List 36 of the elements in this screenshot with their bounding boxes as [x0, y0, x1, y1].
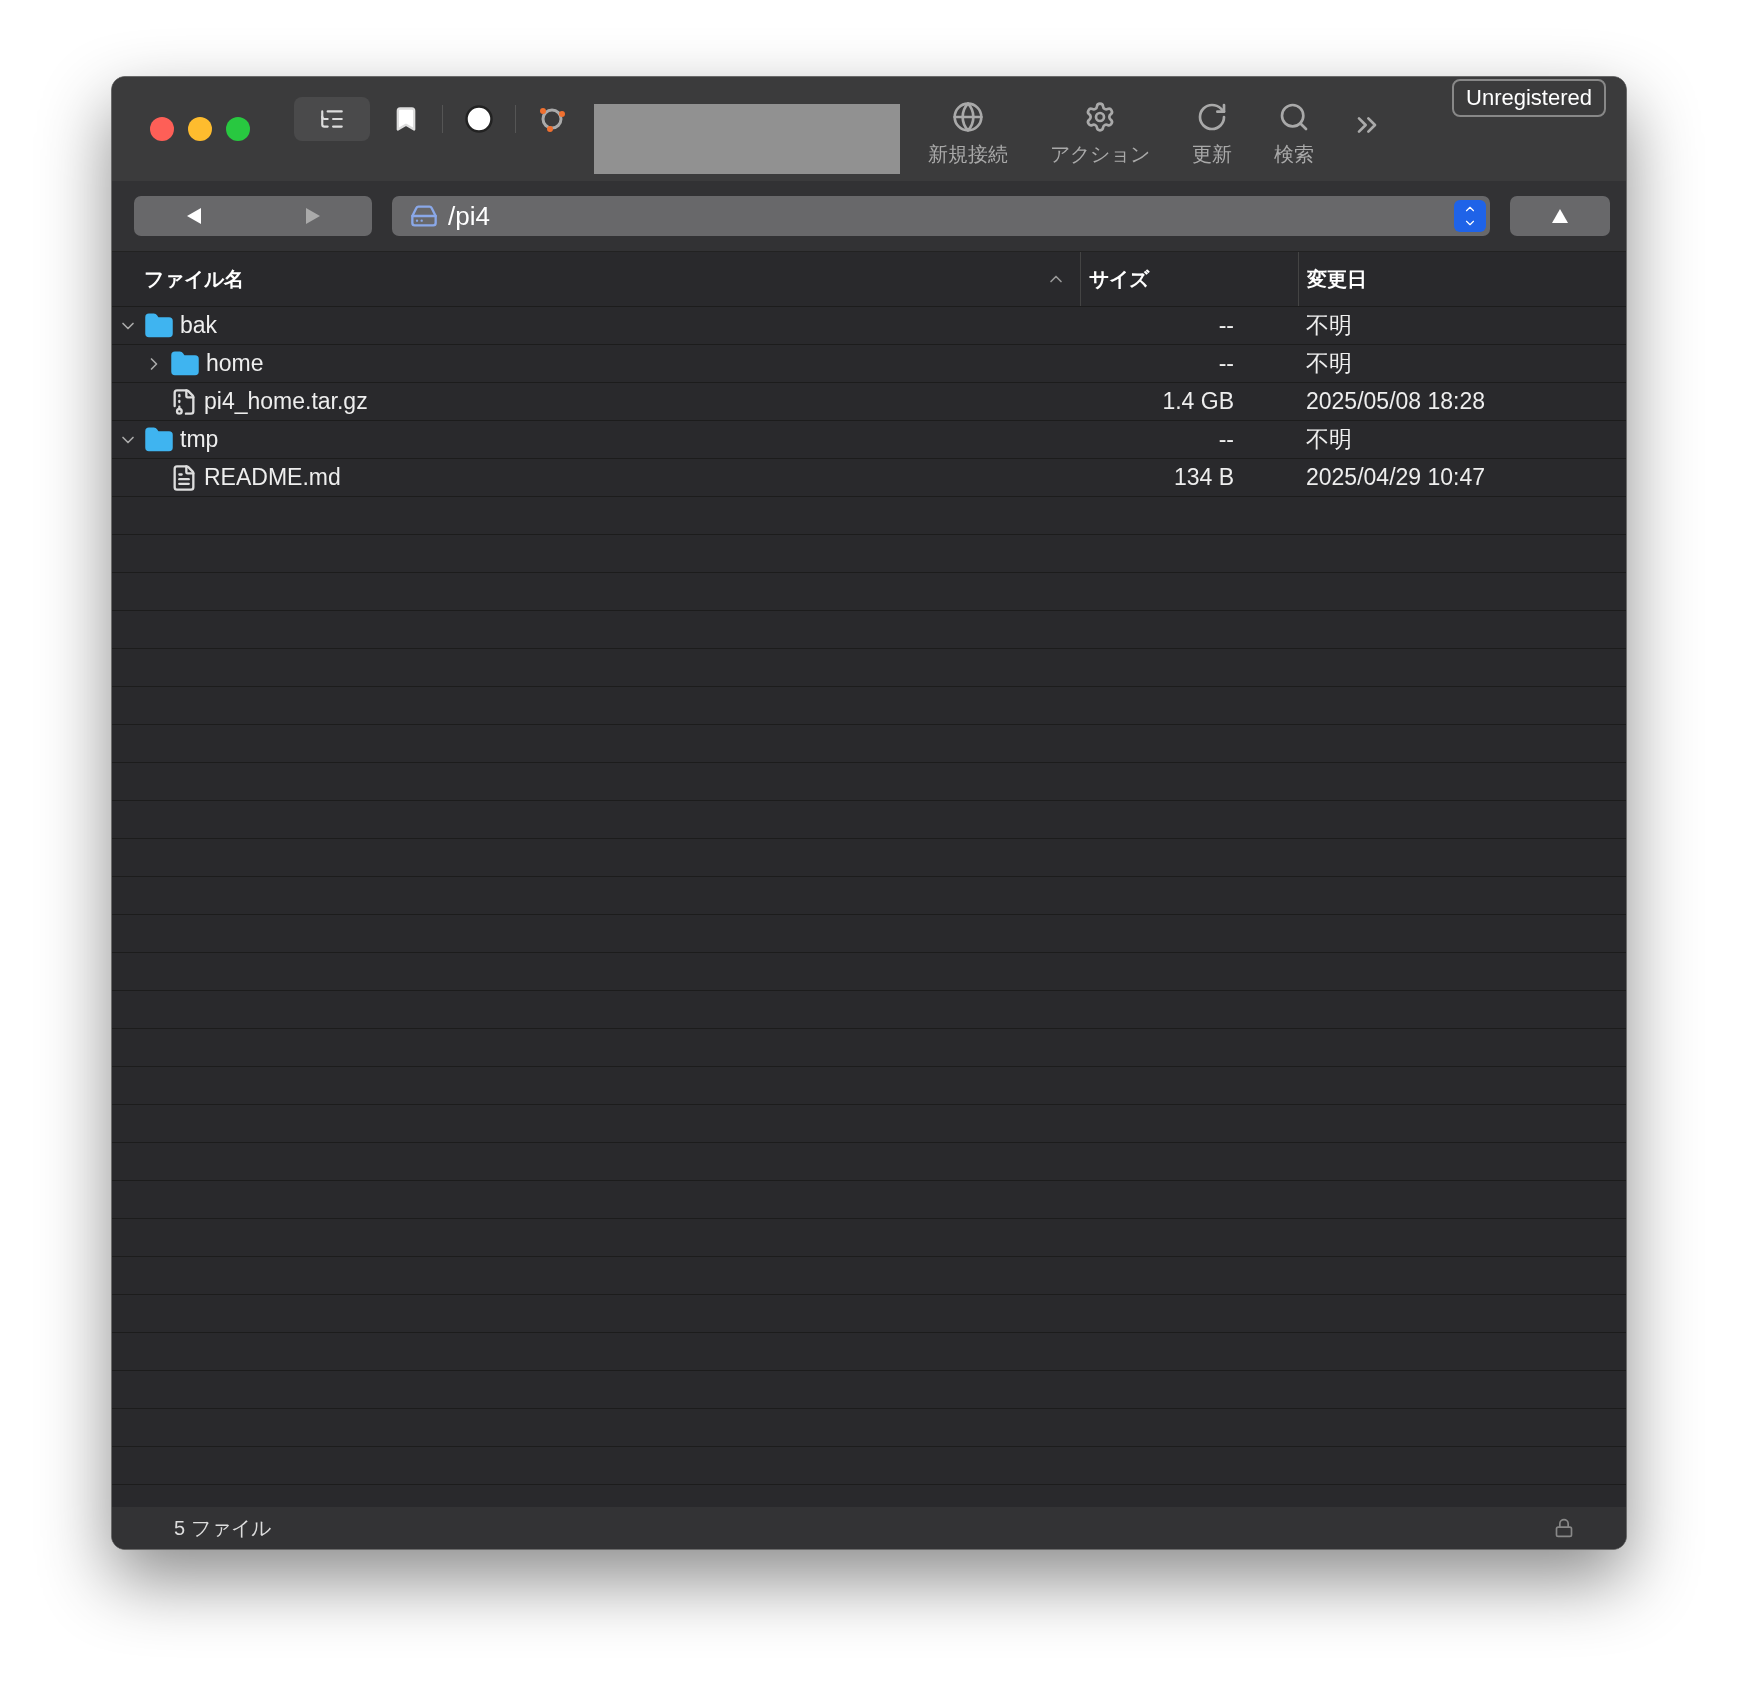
file-size: 1.4 GB: [1162, 388, 1234, 415]
refresh-icon: [1196, 101, 1228, 133]
lock-icon: [1554, 1518, 1574, 1538]
file-name: pi4_home.tar.gz: [204, 388, 368, 415]
search-icon: [1278, 101, 1310, 133]
toolbar-button[interactable]: 新規接続: [914, 101, 1022, 168]
zoom-button[interactable]: [226, 117, 250, 141]
file-name: tmp: [180, 426, 219, 453]
column-header[interactable]: サイズ: [1080, 252, 1298, 306]
popup-stepper-icon: [1454, 200, 1486, 232]
modified-date: 2025/05/08 18:28: [1305, 388, 1487, 415]
file-size: --: [1218, 426, 1234, 453]
minimize-button[interactable]: [188, 117, 212, 141]
column-header[interactable]: ファイル名: [112, 252, 1080, 306]
file-name: home: [206, 350, 264, 377]
file-size: --: [1218, 350, 1234, 377]
close-button[interactable]: [150, 117, 174, 141]
modified-date: 不明: [1305, 349, 1353, 378]
up-triangle-icon: [1551, 208, 1569, 224]
toolbar-button[interactable]: 検索: [1260, 101, 1328, 168]
modified-date: 2025/04/29 10:47: [1305, 464, 1487, 491]
modified-date: 不明: [1305, 425, 1353, 454]
file-name: README.md: [204, 464, 341, 491]
outline-view-button[interactable]: [294, 97, 370, 141]
path-popup[interactable]: /pi4: [392, 196, 1490, 236]
unregistered-badge: Unregistered: [1452, 79, 1606, 117]
modified-date: 不明: [1305, 311, 1353, 340]
column-header[interactable]: 変更日: [1298, 252, 1626, 306]
file-size: 134 B: [1173, 464, 1234, 491]
file-size: --: [1218, 312, 1234, 339]
gear-icon: [1084, 101, 1116, 133]
toolbar-button[interactable]: 更新: [1178, 101, 1246, 168]
file-count: 5 ファイル: [174, 1515, 271, 1541]
parent-folder-button[interactable]: [1510, 196, 1610, 236]
file-name: bak: [180, 312, 218, 339]
toolbar-button[interactable]: アクション: [1036, 101, 1164, 168]
